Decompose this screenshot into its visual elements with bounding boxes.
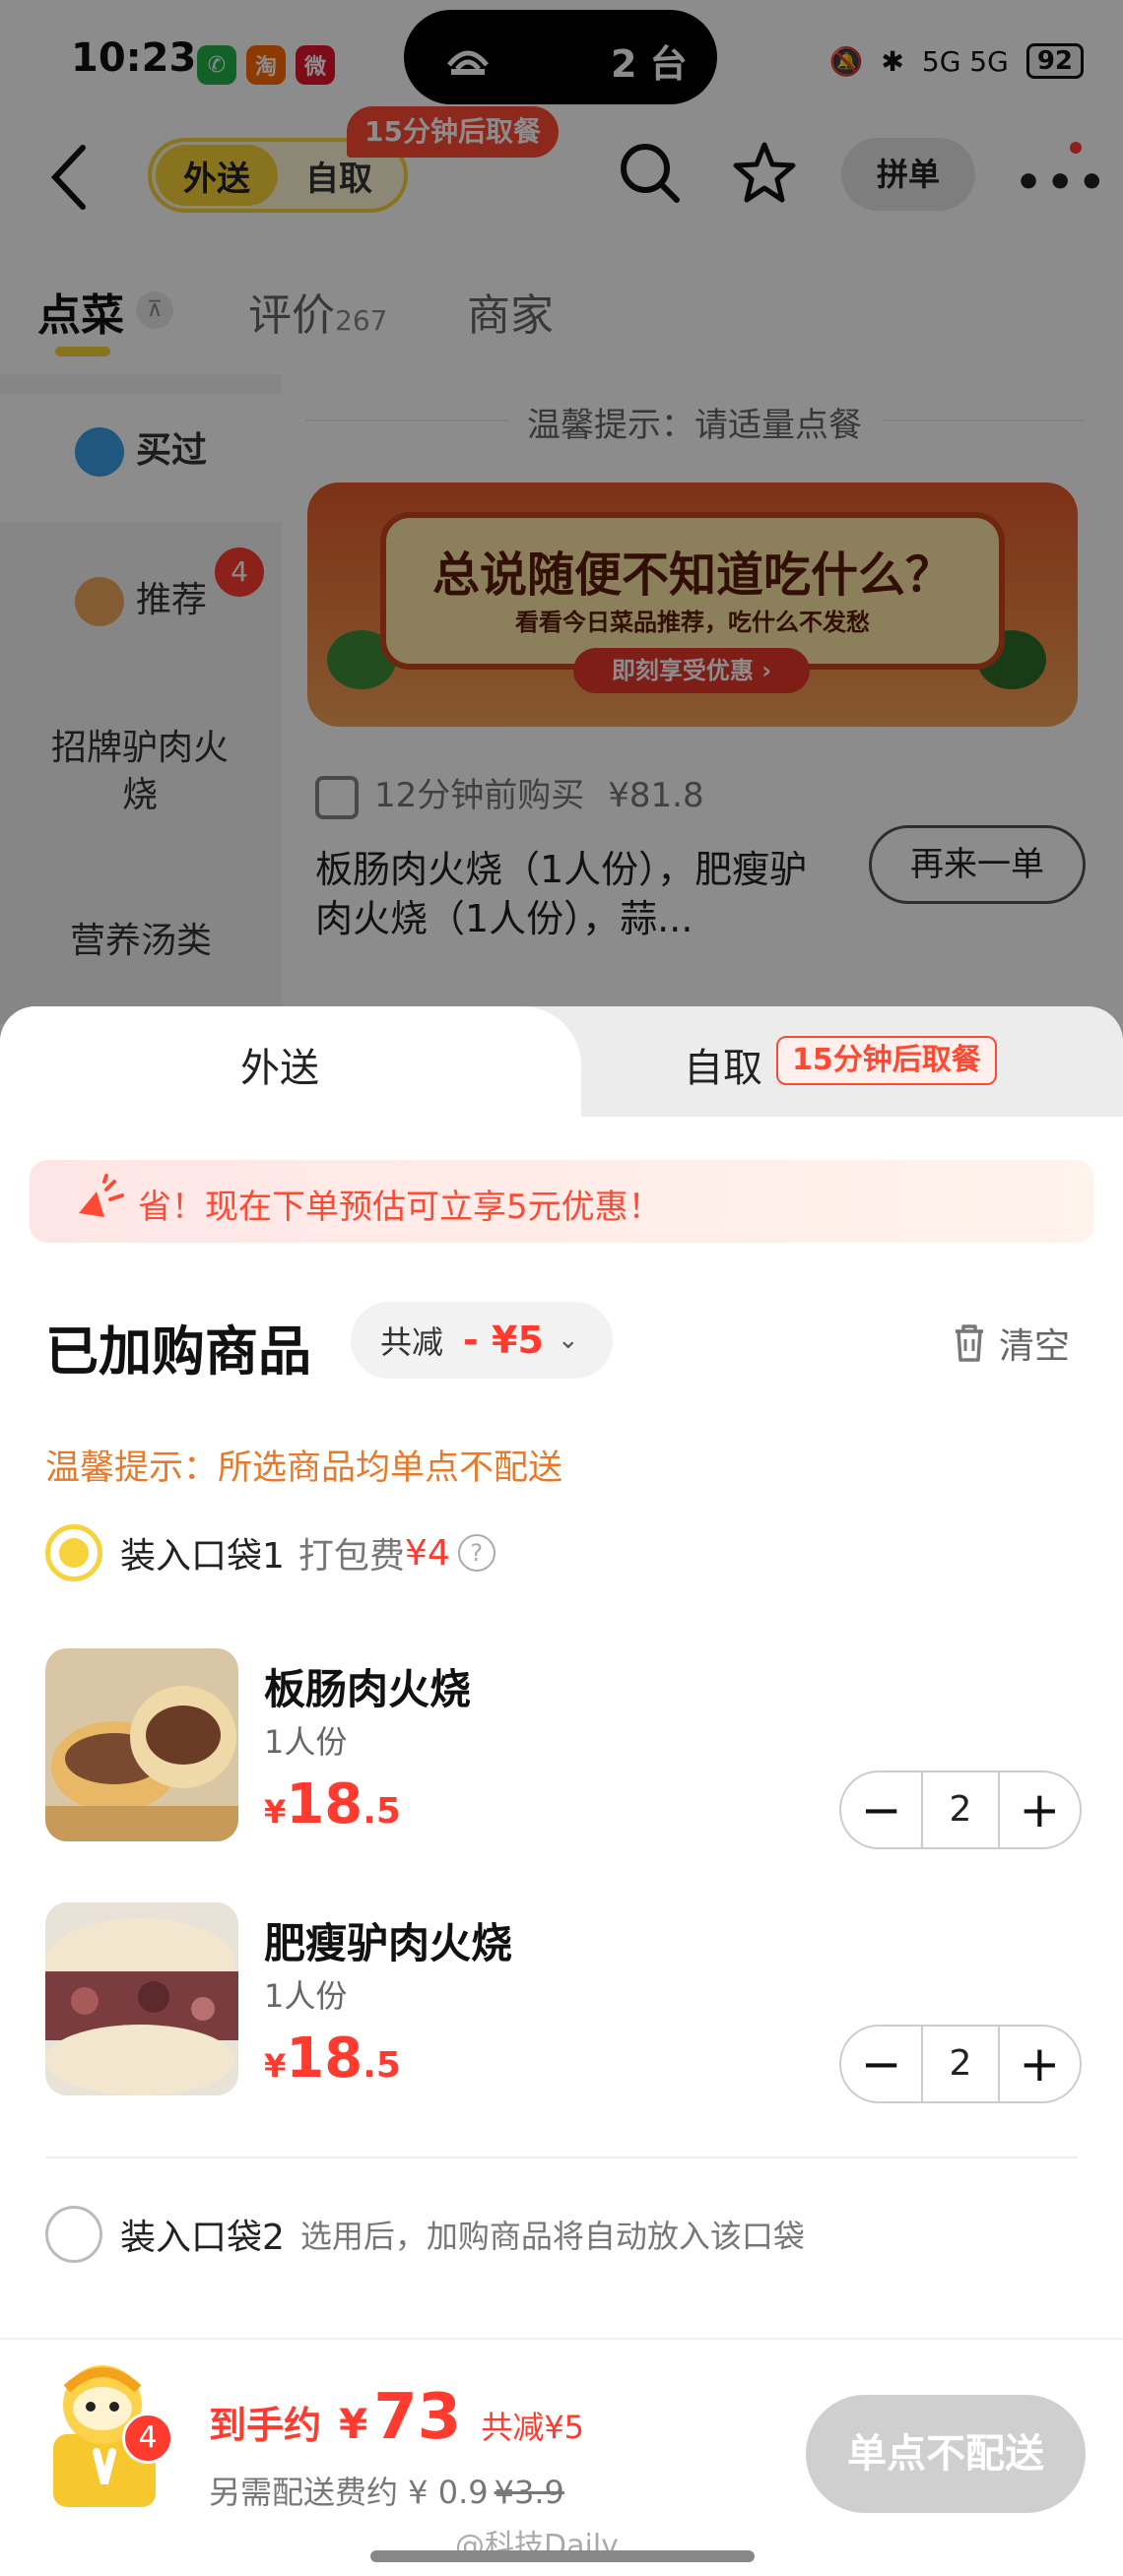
item-thumbnail: [45, 1902, 238, 2095]
quantity-stepper: − 2 +: [839, 2025, 1082, 2103]
bag1-label: 装入口袋1: [120, 1536, 285, 1577]
quantity-stepper: − 2 +: [839, 1771, 1082, 1849]
discount-label: 共减: [380, 1323, 444, 1361]
bag1-row[interactable]: 装入口袋1 打包费 ¥4 ?: [45, 1524, 495, 1581]
item-spec: 1人份: [264, 1977, 348, 2015]
divider: [45, 2157, 1078, 2158]
cart-sheet: 外送 自取 15分钟后取餐 省！现在下单预估可立享5元优惠！ 已加购商品 共减 …: [0, 1006, 1123, 2576]
overlay-mask[interactable]: [0, 0, 1123, 1024]
sheet-tab-delivery[interactable]: 外送: [240, 1036, 319, 1093]
discount-dropdown[interactable]: 共减 - ¥5 ⌄: [351, 1302, 613, 1379]
cart-count-badge: 4: [122, 2413, 173, 2464]
increase-button[interactable]: +: [1000, 1772, 1080, 1847]
cart-title: 已加购商品: [45, 1320, 311, 1383]
total-label: 到手约: [209, 2404, 322, 2447]
clear-label: 清空: [999, 1326, 1071, 1367]
packing-fee-value: ¥4: [404, 1532, 450, 1574]
chevron-down-icon: ⌄: [557, 1325, 579, 1355]
bag2-description: 选用后，加购商品将自动放入该口袋: [299, 2218, 805, 2255]
promo-text: 省！现在下单预估可立享5元优惠！: [138, 1188, 662, 1227]
bag2-row[interactable]: 装入口袋2 选用后，加购商品将自动放入该口袋: [45, 2206, 805, 2263]
item-spec: 1人份: [264, 1723, 348, 1761]
total-currency: ¥: [339, 2400, 368, 2448]
bag1-radio[interactable]: [45, 1524, 102, 1581]
item-name: 肥瘦驴肉火烧: [264, 1919, 513, 1967]
item-thumbnail: [45, 1648, 238, 1841]
cart-item: 板肠肉火烧 1人份 ¥18.5 − 2 +: [45, 1648, 1082, 1849]
delivery-fee: 另需配送费约 ¥ 0.9 ¥3.9: [209, 2468, 564, 2513]
decrease-button[interactable]: −: [841, 2027, 921, 2101]
packing-fee-label: 打包费: [297, 1536, 405, 1577]
promo-strip: 省！现在下单预估可立享5元优惠！: [30, 1160, 1093, 1243]
item-price: ¥18.5: [264, 2027, 401, 2091]
discount-value: - ¥5: [463, 1319, 544, 1362]
delivery-fee-original: ¥3.9: [494, 2474, 564, 2511]
total-value: 73: [373, 2381, 462, 2454]
bag2-radio[interactable]: [45, 2206, 102, 2263]
megaphone-icon: [79, 1174, 124, 1217]
item-price: ¥18.5: [264, 1772, 401, 1836]
warm-tip: 温馨提示：所选商品均单点不配送: [45, 1449, 563, 1488]
item-name: 板肠肉火烧: [264, 1665, 472, 1713]
total-savings: 共减¥5: [481, 2409, 585, 2446]
trash-icon: [956, 1324, 983, 1362]
quantity-value[interactable]: 2: [921, 1772, 1000, 1847]
sheet-tab-pickup[interactable]: 自取: [684, 1036, 762, 1093]
delivery-fee-label: 另需配送费约 ¥ 0.9: [209, 2474, 489, 2511]
home-indicator[interactable]: [370, 2550, 755, 2562]
checkout-button[interactable]: 单点不配送: [806, 2395, 1086, 2513]
bag2-label: 装入口袋2: [120, 2218, 285, 2258]
cart-item: 肥瘦驴肉火烧 1人份 ¥18.5 − 2 +: [45, 1902, 1082, 2103]
increase-button[interactable]: +: [1000, 2027, 1080, 2101]
help-icon[interactable]: ?: [457, 1534, 495, 1572]
total-summary: 到手约 ¥ 73 共减¥5: [209, 2381, 584, 2454]
decrease-button[interactable]: −: [841, 1772, 921, 1847]
clear-cart-button[interactable]: 清空: [952, 1318, 1070, 1369]
pickup-time-badge: 15分钟后取餐: [776, 1036, 997, 1085]
quantity-value[interactable]: 2: [921, 2027, 1000, 2101]
